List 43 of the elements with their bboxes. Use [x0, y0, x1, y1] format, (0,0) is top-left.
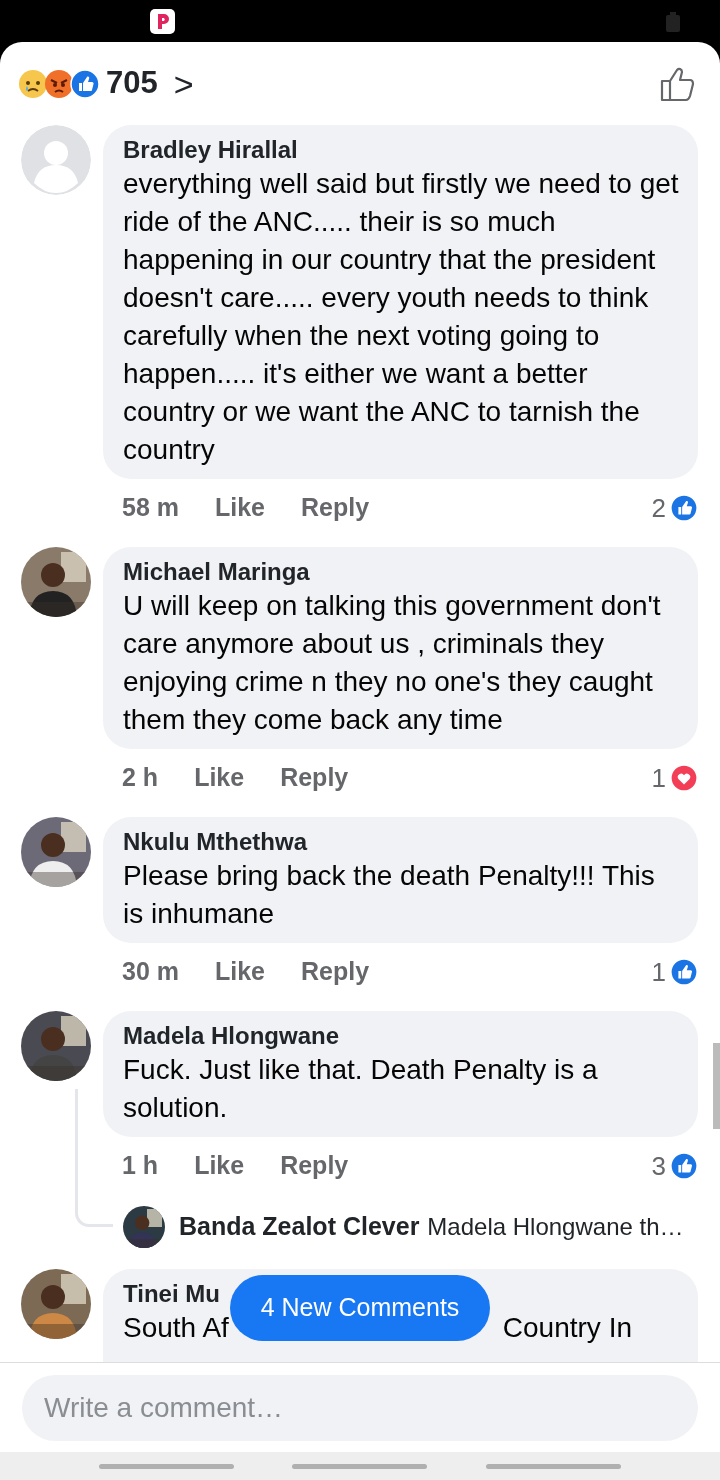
timestamp: 30 m	[122, 956, 179, 988]
like-link[interactable]: Like	[194, 1147, 245, 1185]
comment-text: Fuck. Just like that. Death Penalty is a solution.	[123, 1053, 599, 1125]
timestamp: 2 h	[122, 762, 159, 794]
comment-input[interactable]: Write a comment…	[22, 1375, 698, 1441]
comment-text: U will keep on talking this government don't care anymore about us , criminals they enjoying crime n they no one's they caught them they come back any time	[123, 589, 662, 737]
reply-preview[interactable]: Madela Hlongwane th…	[427, 1209, 684, 1245]
reply-link[interactable]: Reply	[301, 489, 370, 527]
like-link[interactable]: Like	[215, 953, 265, 991]
like-link[interactable]: Like	[194, 759, 245, 797]
comment-text: everything well said but firstly we need to get ride of the ANC..... their is so much happening in our country that the president doesn't care..... every youth needs to think carefully when the next voting going to happen..... it's either we want a better country or we want the ANC to tarnish the country	[123, 167, 680, 467]
battery-icon	[666, 12, 680, 32]
reply-link[interactable]: Reply	[301, 953, 370, 991]
author-name[interactable]: Madela Hlongwane	[123, 1021, 680, 1051]
reaction-count: 1	[651, 761, 666, 795]
reaction-count: 1	[651, 955, 666, 989]
chevron-icon[interactable]: >	[173, 66, 194, 101]
reply-author[interactable]: Banda Zealot Clever	[179, 1208, 420, 1246]
app-icon	[150, 9, 175, 34]
reply-link[interactable]: Reply	[280, 759, 349, 797]
comment-text: Please bring back the death Penalty!!! This is inhumane	[123, 859, 656, 931]
author-name[interactable]: Tinei Mu	[123, 1279, 220, 1309]
sad-emoji-icon	[18, 68, 48, 99]
timestamp: 1 h	[122, 1150, 159, 1182]
author-name[interactable]: Nkulu Mthethwa	[123, 827, 680, 857]
scrollbar[interactable]	[713, 1043, 720, 1129]
reply-link[interactable]: Reply	[280, 1147, 349, 1185]
new-comments-button[interactable]: 4 New Comments	[230, 1275, 490, 1341]
reaction-count[interactable]: 705	[106, 60, 158, 107]
avatar-icon	[21, 125, 91, 195]
author-name[interactable]: Bradley Hirallal	[123, 135, 680, 165]
author-name[interactable]: Michael Maringa	[123, 557, 680, 587]
reaction-count: 2	[651, 491, 666, 525]
angry-emoji-icon	[44, 68, 74, 99]
like-link[interactable]: Like	[215, 489, 265, 527]
comment-text: Country In	[502, 1311, 632, 1345]
like-icon	[670, 958, 698, 986]
comment-text: South Af	[123, 1311, 229, 1345]
like-icon	[70, 68, 100, 99]
reaction-count: 3	[651, 1149, 666, 1183]
timestamp: 58 m	[122, 492, 179, 524]
like-icon	[670, 494, 698, 522]
like-icon	[670, 1152, 698, 1180]
